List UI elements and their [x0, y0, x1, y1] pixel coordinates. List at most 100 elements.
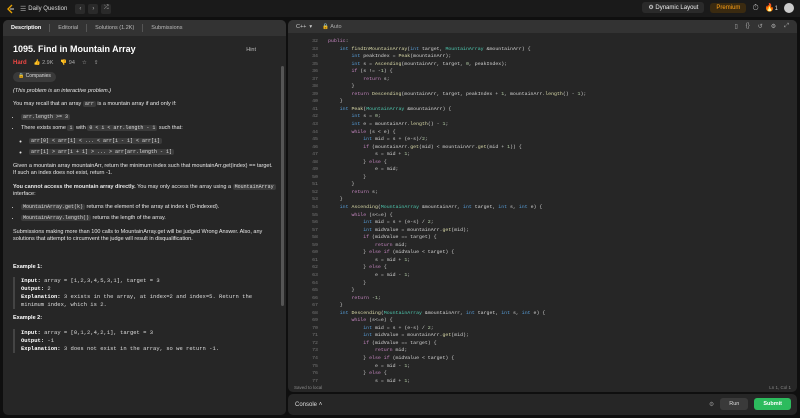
companies-tag[interactable]: 🔒 Companies [13, 72, 56, 82]
code-line[interactable]: int mid = s + (e-s) / 2; [328, 219, 586, 227]
code-area[interactable]: 32 33 34 35 36 37 38 39 40 41 42 43 44 45 46 47 48 49 50 51… [288, 35, 797, 383]
line-number: 37 [312, 76, 318, 82]
code-line[interactable]: return s; [328, 189, 586, 197]
fullscreen-icon[interactable]: ⤢ [784, 23, 789, 30]
line-number: 72 [312, 340, 318, 346]
line-number: 60 [312, 250, 318, 256]
code-line[interactable]: int e = mountainArr.length() - 1; [328, 121, 586, 129]
code-line[interactable]: } [328, 280, 586, 288]
code-line[interactable]: } else { [328, 159, 586, 167]
code-line[interactable]: int peakIndex = Peak(mountainArr); [328, 53, 586, 61]
line-number: 57 [312, 227, 318, 233]
streak-fire-icon[interactable]: 🔥1 [765, 3, 778, 12]
code-line[interactable]: } [328, 196, 586, 204]
next-question-button[interactable]: › [88, 3, 99, 14]
line-number: 41 [312, 106, 318, 112]
chevron-up-icon: ˄ [318, 401, 323, 408]
code-line[interactable]: e = mid - 1; [328, 363, 586, 371]
line-number: 67 [312, 303, 318, 309]
tab-solutions[interactable]: Solutions (1.2K) [87, 20, 142, 36]
daily-question-label[interactable]: Daily Question [28, 6, 67, 12]
problem-content: 1095. Find in Mountain Array Hint Hard 👍… [3, 36, 286, 415]
code-line[interactable]: if (midValue == target) { [328, 340, 586, 348]
code-line[interactable]: int mid = s + (e-s)/2; [328, 136, 586, 144]
code-line[interactable]: while (s<=e) { [328, 212, 586, 220]
intro-text: (This problem is an interactive problem.… [13, 87, 112, 94]
code-line[interactable]: int s = Ascending(mountainArr, target, 0… [328, 61, 586, 69]
avatar[interactable] [784, 2, 794, 13]
cursor-position: Ln 1, Col 1 [769, 385, 791, 390]
code-line[interactable]: s = mid + 1; [328, 257, 586, 265]
code-line[interactable]: if (midValue == target) { [328, 234, 586, 242]
code-line[interactable]: while (s<=e) { [328, 317, 586, 325]
likes-button[interactable]: 👍 2.9K [34, 60, 54, 68]
problem-title: 1095. Find in Mountain Array [13, 44, 136, 54]
auto-mode-toggle[interactable]: 🔒 Auto [322, 24, 341, 30]
code-line[interactable]: public: [328, 38, 586, 46]
code-line[interactable]: } else { [328, 264, 586, 272]
code-line[interactable]: int Peak(MountainArray &mountainArr) { [328, 106, 586, 114]
code-line[interactable]: if (s != -1) { [328, 68, 586, 76]
code-line[interactable]: } else { [328, 370, 586, 378]
dislikes-count: 94 [68, 59, 75, 66]
code-line[interactable]: return s; [328, 76, 586, 84]
premium-button[interactable]: Premium [710, 2, 747, 13]
paragraph-2: Given a mountain array mountainArr, retu… [13, 162, 273, 177]
submit-button[interactable]: Submit [754, 398, 791, 410]
share-icon[interactable]: ⇪ [94, 60, 99, 68]
code-line[interactable]: while (s < e) { [328, 129, 586, 137]
code-line[interactable]: return mid; [328, 242, 586, 250]
conditions-list: arr.length >= 3 There exists some i with… [21, 113, 276, 157]
bookmark-icon[interactable]: ▯ [734, 23, 737, 30]
tab-submissions[interactable]: Submissions [143, 20, 190, 36]
code-line[interactable]: if (mountainArr.get(mid) < mountainArr.g… [328, 144, 586, 152]
code-line[interactable]: } else if (midValue < target) { [328, 249, 586, 257]
code-line[interactable]: int midValue = mountainArr.get(mid); [328, 227, 586, 235]
run-button[interactable]: Run [720, 398, 749, 410]
menu-icon[interactable]: ☰ [20, 5, 26, 13]
settings-icon[interactable]: ⚙ [771, 23, 776, 30]
code-line[interactable]: } [328, 287, 586, 295]
braces-icon[interactable]: {} [746, 23, 750, 30]
reset-icon[interactable]: ↺ [758, 23, 763, 30]
code-line[interactable]: int s = 0; [328, 113, 586, 121]
code-line[interactable]: int Descending(MountainArray &mountainAr… [328, 310, 586, 318]
code-line[interactable]: } [328, 181, 586, 189]
list-item: MountainArray.get(k) returns the element… [21, 203, 276, 212]
scrollbar[interactable] [281, 66, 284, 306]
code-line[interactable]: int mid = s + (e-s) / 2; [328, 325, 586, 333]
code-line[interactable]: return -1; [328, 295, 586, 303]
hint-button[interactable]: Hint [246, 47, 256, 55]
code-line[interactable]: int midValue = mountainArr.get(mid); [328, 332, 586, 340]
prev-question-button[interactable]: ‹ [75, 3, 86, 14]
action-buttons: ⚙ Run Submit [709, 398, 791, 410]
leetcode-logo-icon[interactable] [5, 4, 15, 14]
tab-description[interactable]: Description [3, 20, 49, 36]
line-number: 75 [312, 363, 318, 369]
timer-icon[interactable]: ⏱ [752, 3, 758, 13]
code-line[interactable]: } else if (midValue < target) { [328, 355, 586, 363]
code-line[interactable]: } [328, 83, 586, 91]
shuffle-button[interactable]: ⤮ [101, 3, 112, 14]
star-icon[interactable]: ☆ [82, 60, 87, 68]
code-line[interactable]: } [328, 98, 586, 106]
tab-editorial[interactable]: Editorial [50, 20, 86, 36]
line-number: 74 [312, 355, 318, 361]
language-select[interactable]: C++ ▾ [296, 24, 312, 30]
dynamic-layout-button[interactable]: ⚙ Dynamic Layout [642, 2, 705, 13]
code-line[interactable]: return Descending(mountainArr, target, p… [328, 91, 586, 99]
code-line[interactable]: } [328, 174, 586, 182]
code-line[interactable]: return mid; [328, 347, 586, 355]
code-line[interactable]: int findInMountainArray(int target, Moun… [328, 46, 586, 54]
code-line[interactable]: e = mid; [328, 166, 586, 174]
debug-icon[interactable]: ⚙ [709, 401, 714, 408]
dislikes-button[interactable]: 👎 94 [60, 60, 75, 68]
code-line[interactable]: e = mid - 1; [328, 272, 586, 280]
code-line[interactable]: int Ascending(MountainArray &mountainArr… [328, 204, 586, 212]
code-lines[interactable]: public: int findInMountainArray(int targ… [328, 38, 586, 383]
code-line[interactable]: s = mid + 1; [328, 151, 586, 159]
line-number: 76 [312, 371, 318, 377]
code-line[interactable]: } [328, 302, 586, 310]
list-item: arr.length >= 3 [21, 113, 276, 122]
line-number: 50 [312, 174, 318, 180]
